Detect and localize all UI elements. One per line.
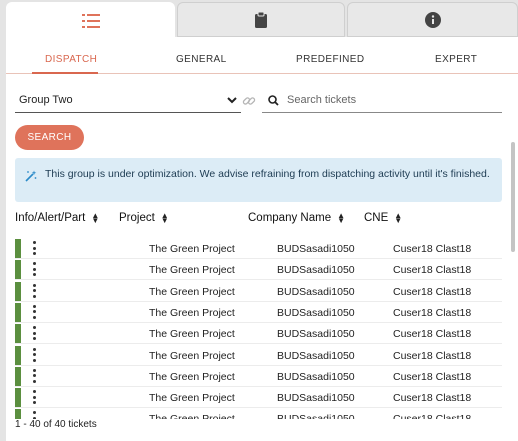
cell-cne: Cuser18 Clast18 [393,392,472,405]
alert-text: This group is under optimization. We adv… [45,168,490,180]
table-row[interactable]: The Green Project BUDSasadi1050 Cuser18 Cl… [15,366,502,387]
more-options-icon[interactable] [32,241,36,255]
magic-wand-icon [25,170,37,182]
header-company-name[interactable]: Company Name ▲ ▼ [248,211,346,225]
cell-project: The Green Project [149,349,235,362]
group-select-value: Group Two [19,94,73,106]
more-options-icon[interactable] [32,283,36,298]
table-row[interactable]: The Green Project BUDSasadi1050 Cuser18 Cl… [15,323,502,345]
cell-company: BUDSasadi1050 [277,413,355,419]
info-icon [424,11,441,28]
status-bar [15,409,21,419]
cell-company: BUDSasadi1050 [277,243,355,255]
header-project[interactable]: Project ▲ ▼ [119,211,169,225]
search-field[interactable] [262,88,502,113]
search-input[interactable] [287,94,487,106]
sort-icon: ▲ ▼ [337,211,346,225]
cell-company: BUDSasadi1050 [277,349,355,362]
cell-project: The Green Project [149,264,235,277]
status-bar [15,324,21,344]
cell-company: BUDSasadi1050 [277,306,355,319]
dispatch-panel: DISPATCH GENERAL PREDEFINED EXPERT Group… [0,0,518,441]
cell-cne: Cuser18 Clast18 [393,328,472,341]
table-row[interactable]: The Green Project BUDSasadi1050 Cuser18 Cl… [15,259,502,281]
table-row[interactable]: The Green Project BUDSasadi1050 Cuser18 Cl… [15,345,502,366]
cell-project: The Green Project [149,370,235,383]
status-bar [15,302,21,322]
table-row[interactable]: The Green Project BUDSasadi1050 Cuser18 Cl… [15,387,502,409]
tab-content: DISPATCH GENERAL PREDEFINED EXPERT Group… [6,37,518,441]
table-row[interactable]: The Green Project BUDSasadi1050 Cuser18 Cl… [15,238,502,259]
cell-project: The Green Project [149,328,235,341]
list-icon [81,13,100,28]
group-select[interactable]: Group Two [15,88,241,113]
cell-cne: Cuser18 Clast18 [393,349,472,362]
more-options-icon[interactable] [32,326,36,341]
optimization-alert: This group is under optimization. We adv… [15,158,502,202]
sub-tab-bar: DISPATCH GENERAL PREDEFINED EXPERT [6,37,518,74]
more-options-icon[interactable] [32,411,36,419]
cell-cne: Cuser18 Clast18 [393,285,472,298]
more-options-icon[interactable] [32,304,36,319]
cell-cne: Cuser18 Clast18 [393,370,472,383]
status-bar [15,345,21,365]
cell-company: BUDSasadi1050 [277,392,355,405]
clipboard-icon [255,11,267,28]
cell-company: BUDSasadi1050 [277,285,355,298]
active-tab-indicator [32,72,98,74]
ticket-count: 1 - 40 of 40 tickets [15,419,97,430]
sort-icon: ▲ ▼ [91,211,100,225]
table-row[interactable]: The Green Project BUDSasadi1050 Cuser18 Cl… [15,281,502,302]
more-options-icon[interactable] [32,368,36,383]
status-bar [15,366,21,386]
more-options-icon[interactable] [32,347,36,362]
cell-project: The Green Project [149,285,235,298]
status-bar [15,239,21,258]
tab-general[interactable]: GENERAL [176,54,227,65]
cell-company: BUDSasadi1050 [277,264,355,277]
more-options-icon[interactable] [32,390,36,405]
tab-dispatch[interactable]: DISPATCH [45,54,97,65]
cell-project: The Green Project [149,243,235,255]
header-info-alert-part[interactable]: Info/Alert/Part ▲ ▼ [15,211,100,225]
chevron-down-icon [227,96,237,103]
cell-cne: Cuser18 Clast18 [393,264,472,277]
cell-project: The Green Project [149,392,235,405]
more-options-icon[interactable] [32,262,36,277]
tab-clipboard[interactable] [177,2,345,37]
sort-icon: ▲ ▼ [160,211,169,225]
cell-company: BUDSasadi1050 [277,370,355,383]
status-bar [15,260,21,280]
ticket-table-body: The Green Project BUDSasadi1050 Cuser18 Cl… [15,238,502,419]
header-cne[interactable]: CNE ▲ ▼ [364,211,403,225]
cell-cne: Cuser18 Clast18 [393,306,472,319]
tab-list[interactable] [6,2,175,39]
table-row[interactable]: The Green Project BUDSasadi1050 Cuser18 Cl… [15,302,502,323]
cell-cne: Cuser18 Clast18 [393,413,471,419]
tab-predefined[interactable]: PREDEFINED [296,54,364,65]
tab-expert[interactable]: EXPERT [435,54,477,65]
tab-info[interactable] [347,2,518,37]
top-tab-bar [6,2,518,39]
status-bar [15,388,21,408]
cell-cne: Cuser18 Clast18 [393,243,472,255]
sort-icon: ▲ ▼ [394,211,403,225]
table-row[interactable]: The Green Project BUDSasadi1050 Cuser18 Cl… [15,408,502,419]
cell-project: The Green Project [149,413,235,419]
link-icon[interactable] [242,94,256,108]
cell-project: The Green Project [149,306,235,319]
table-header: Info/Alert/Part ▲ ▼ Project ▲ ▼ Company Na… [15,208,505,228]
status-bar [15,281,21,301]
scrollbar[interactable] [511,142,515,252]
search-icon [268,94,279,106]
cell-company: BUDSasadi1050 [277,328,355,341]
search-button[interactable]: SEARCH [15,125,84,150]
